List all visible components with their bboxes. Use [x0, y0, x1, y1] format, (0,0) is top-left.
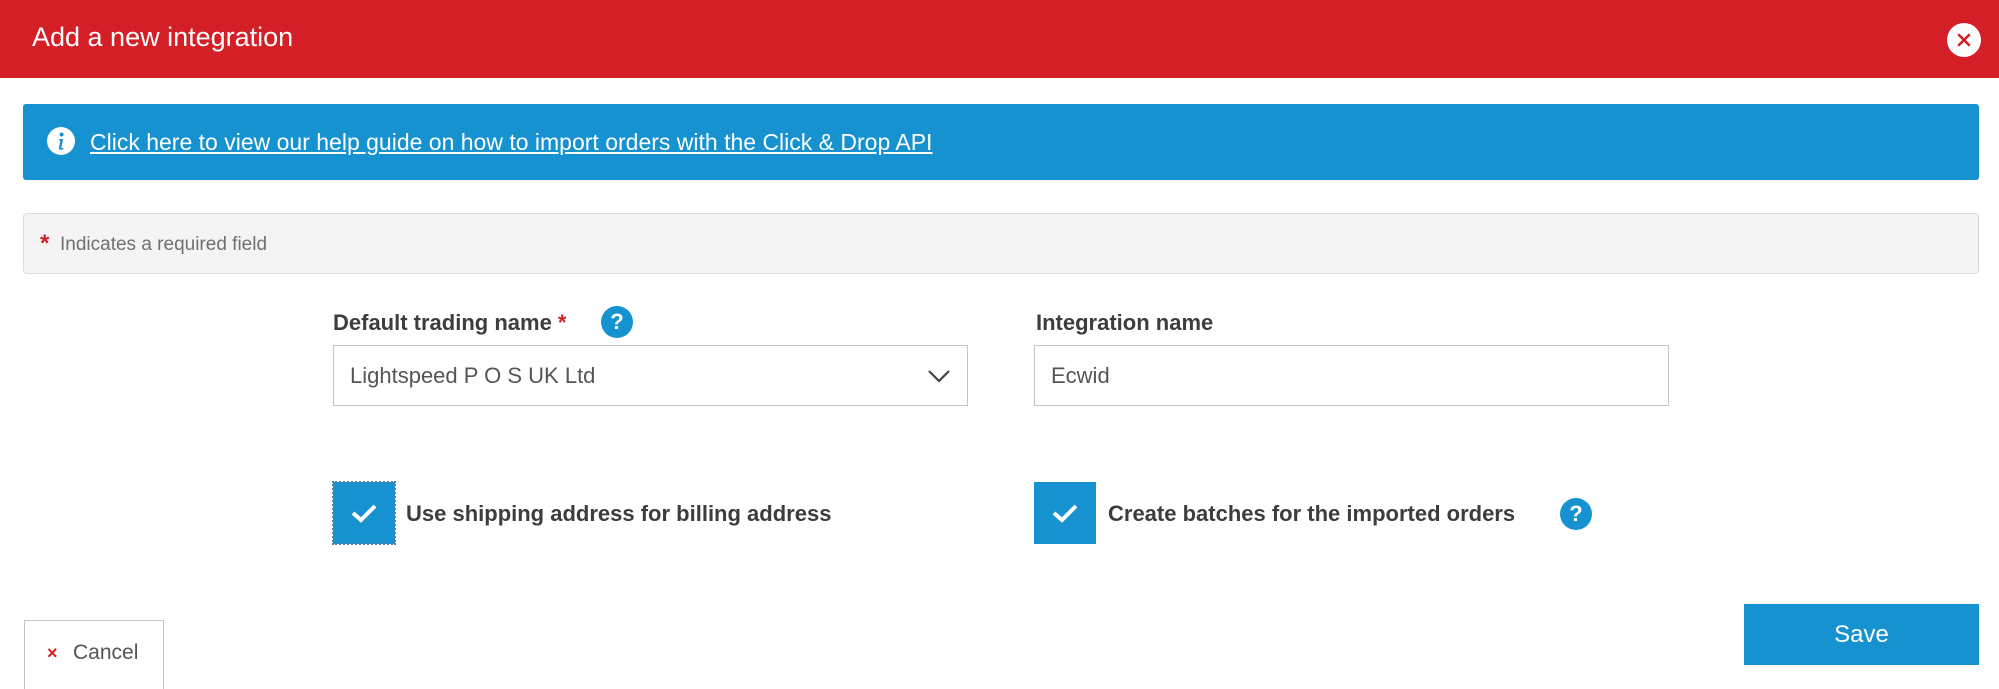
required-note-text: Indicates a required field: [60, 234, 268, 255]
cancel-button[interactable]: × Cancel: [24, 620, 164, 689]
chevron-down-icon: [928, 370, 950, 383]
help-guide-link[interactable]: Click here to view our help guide on how…: [90, 104, 932, 180]
cancel-label: Cancel: [73, 641, 139, 664]
info-banner: Click here to view our help guide on how…: [23, 104, 1979, 180]
trading-name-value: Lightspeed P O S UK Ltd: [350, 363, 596, 388]
create-batches-label[interactable]: Create batches for the imported orders: [1108, 501, 1515, 527]
integration-name-label: Integration name: [1036, 310, 1214, 335]
save-button[interactable]: Save: [1744, 604, 1979, 665]
trading-name-label-text: Default trading name: [333, 310, 552, 335]
use-shipping-checkbox[interactable]: [332, 481, 396, 545]
close-icon: [1957, 33, 1971, 47]
use-shipping-label[interactable]: Use shipping address for billing address: [406, 501, 831, 527]
trading-name-help-icon[interactable]: ?: [601, 306, 633, 338]
create-batches-help-icon[interactable]: ?: [1560, 498, 1592, 530]
close-button[interactable]: [1947, 23, 1981, 57]
trading-name-required-star: *: [557, 310, 567, 335]
create-batches-checkbox[interactable]: [1034, 482, 1096, 544]
dialog-title: Add a new integration: [32, 22, 294, 52]
dialog-header: Add a new integration: [0, 0, 1999, 78]
integration-name-input[interactable]: [1034, 345, 1669, 406]
checkmark-icon: [351, 504, 377, 523]
info-icon: [47, 127, 75, 155]
cancel-icon: ×: [47, 643, 58, 663]
required-star: *: [40, 230, 50, 257]
trading-name-select[interactable]: Lightspeed P O S UK Ltd: [333, 345, 968, 406]
trading-name-label: Default trading name *: [333, 310, 566, 336]
required-field-note: * Indicates a required field: [23, 213, 1979, 274]
checkmark-icon: [1052, 504, 1078, 523]
